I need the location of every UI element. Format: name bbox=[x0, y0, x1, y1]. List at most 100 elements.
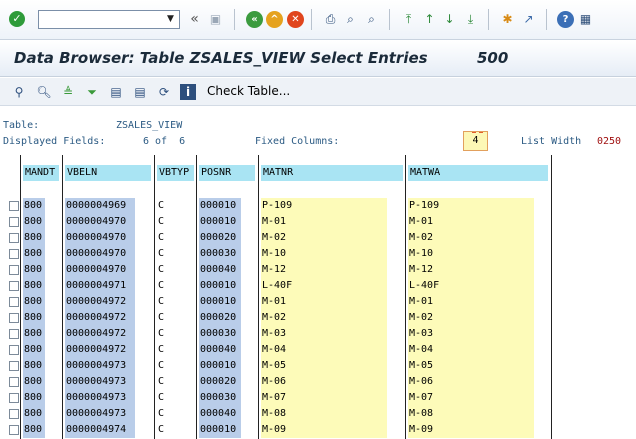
cell-vbeln[interactable]: 0000004972 bbox=[65, 326, 135, 342]
table-row[interactable]: 800 0000004973 C 000020 M-06 M-06 bbox=[0, 374, 636, 390]
cell-mandt[interactable]: 800 bbox=[23, 326, 45, 342]
help-icon[interactable]: ? bbox=[557, 11, 574, 28]
cell-matwa[interactable]: M-04 bbox=[408, 342, 534, 358]
cell-posnr[interactable]: 000030 bbox=[199, 246, 241, 262]
cell-matnr[interactable]: M-04 bbox=[261, 342, 387, 358]
cell-matnr[interactable]: M-01 bbox=[261, 214, 387, 230]
export-icon[interactable]: ▤ bbox=[108, 84, 124, 100]
cell-vbtyp[interactable]: C bbox=[157, 374, 169, 390]
cell-vbtyp[interactable]: C bbox=[157, 294, 169, 310]
cell-matnr[interactable]: M-05 bbox=[261, 358, 387, 374]
cell-vbtyp[interactable]: C bbox=[157, 358, 169, 374]
cell-vbeln[interactable]: 0000004972 bbox=[65, 342, 135, 358]
row-select-checkbox[interactable] bbox=[9, 345, 19, 355]
cell-vbeln[interactable]: 0000004974 bbox=[65, 422, 135, 438]
row-select-checkbox[interactable] bbox=[9, 233, 19, 243]
cell-vbtyp[interactable]: C bbox=[157, 422, 169, 438]
cell-posnr[interactable]: 000040 bbox=[199, 342, 241, 358]
cell-posnr[interactable]: 000010 bbox=[199, 422, 241, 438]
row-select-checkbox[interactable] bbox=[9, 217, 19, 227]
column-header-matwa[interactable]: MATWA bbox=[408, 165, 548, 181]
cell-posnr[interactable]: 000030 bbox=[199, 326, 241, 342]
cell-vbeln[interactable]: 0000004973 bbox=[65, 406, 135, 422]
table-row[interactable]: 800 0000004970 C 000020 M-02 M-02 bbox=[0, 230, 636, 246]
cell-matwa[interactable]: M-05 bbox=[408, 358, 534, 374]
row-select-checkbox[interactable] bbox=[9, 281, 19, 291]
cell-mandt[interactable]: 800 bbox=[23, 262, 45, 278]
cell-vbeln[interactable]: 0000004973 bbox=[65, 390, 135, 406]
table-row[interactable]: 800 0000004973 C 000010 M-05 M-05 bbox=[0, 358, 636, 374]
cell-matwa[interactable]: P-109 bbox=[408, 198, 534, 214]
cell-vbeln[interactable]: 0000004973 bbox=[65, 358, 135, 374]
column-header-posnr[interactable]: POSNR bbox=[199, 165, 255, 181]
table-row[interactable]: 800 0000004974 C 000010 M-09 M-09 bbox=[0, 422, 636, 438]
cancel-icon[interactable]: ✕ bbox=[287, 11, 304, 28]
table-row[interactable]: 800 0000004970 C 000040 M-12 M-12 bbox=[0, 262, 636, 278]
cell-mandt[interactable]: 800 bbox=[23, 342, 45, 358]
table-row[interactable]: 800 0000004972 C 000010 M-01 M-01 bbox=[0, 294, 636, 310]
cell-mandt[interactable]: 800 bbox=[23, 294, 45, 310]
print-icon[interactable]: ⎙ bbox=[322, 11, 339, 28]
row-select-checkbox[interactable] bbox=[9, 377, 19, 387]
next-page-icon[interactable]: ↓ bbox=[441, 11, 458, 28]
cell-posnr[interactable]: 000020 bbox=[199, 374, 241, 390]
cell-matnr[interactable]: P-109 bbox=[261, 198, 387, 214]
fixed-columns-input[interactable]: 4 bbox=[463, 131, 488, 151]
cell-mandt[interactable]: 800 bbox=[23, 374, 45, 390]
table-row[interactable]: 800 0000004970 C 000010 M-01 M-01 bbox=[0, 214, 636, 230]
cell-mandt[interactable]: 800 bbox=[23, 390, 45, 406]
cell-vbeln[interactable]: 0000004970 bbox=[65, 214, 135, 230]
cell-mandt[interactable]: 800 bbox=[23, 278, 45, 294]
table-row[interactable]: 800 0000004970 C 000030 M-10 M-10 bbox=[0, 246, 636, 262]
cell-matnr[interactable]: M-01 bbox=[261, 294, 387, 310]
cell-matwa[interactable]: M-02 bbox=[408, 310, 534, 326]
table-row[interactable]: 800 0000004973 C 000040 M-08 M-08 bbox=[0, 406, 636, 422]
table-row[interactable]: 800 0000004972 C 000020 M-02 M-02 bbox=[0, 310, 636, 326]
cell-mandt[interactable]: 800 bbox=[23, 246, 45, 262]
previous-page-icon[interactable]: ↑ bbox=[421, 11, 438, 28]
sort-icon[interactable]: ≜ bbox=[60, 84, 76, 100]
cell-matnr[interactable]: M-10 bbox=[261, 246, 387, 262]
refresh-icon[interactable]: ⟳ bbox=[156, 84, 172, 100]
check-table-button[interactable]: Check Table... bbox=[207, 84, 290, 98]
row-select-checkbox[interactable] bbox=[9, 201, 19, 211]
display-icon[interactable]: ⚲ bbox=[11, 84, 27, 100]
enter-icon[interactable]: ✓ bbox=[9, 11, 25, 27]
cell-matnr[interactable]: M-03 bbox=[261, 326, 387, 342]
cell-vbtyp[interactable]: C bbox=[157, 310, 169, 326]
find-icon[interactable]: ⌕ bbox=[342, 11, 359, 28]
cell-posnr[interactable]: 000020 bbox=[199, 310, 241, 326]
cell-vbtyp[interactable]: C bbox=[157, 262, 169, 278]
table-row[interactable]: 800 0000004973 C 000030 M-07 M-07 bbox=[0, 390, 636, 406]
row-select-checkbox[interactable] bbox=[9, 265, 19, 275]
cell-mandt[interactable]: 800 bbox=[23, 310, 45, 326]
cell-matnr[interactable]: M-08 bbox=[261, 406, 387, 422]
column-header-vbtyp[interactable]: VBTYP bbox=[157, 165, 194, 181]
history-back-icon[interactable]: « bbox=[186, 11, 203, 28]
row-select-checkbox[interactable] bbox=[9, 409, 19, 419]
cell-vbeln[interactable]: 0000004970 bbox=[65, 230, 135, 246]
cell-posnr[interactable]: 000010 bbox=[199, 214, 241, 230]
cell-matwa[interactable]: M-12 bbox=[408, 262, 534, 278]
cell-vbtyp[interactable]: C bbox=[157, 406, 169, 422]
cell-mandt[interactable]: 800 bbox=[23, 422, 45, 438]
chevron-down-icon[interactable]: ▼ bbox=[162, 11, 179, 28]
cell-matwa[interactable]: M-07 bbox=[408, 390, 534, 406]
column-header-vbeln[interactable]: VBELN bbox=[65, 165, 151, 181]
cell-matwa[interactable]: L-40F bbox=[408, 278, 534, 294]
exit-icon[interactable]: ^ bbox=[266, 11, 283, 28]
last-page-icon[interactable]: ⤓ bbox=[462, 11, 479, 28]
row-select-checkbox[interactable] bbox=[9, 361, 19, 371]
back-icon[interactable]: « bbox=[246, 11, 263, 28]
cell-matnr[interactable]: M-02 bbox=[261, 230, 387, 246]
table-row[interactable]: 800 0000004972 C 000040 M-04 M-04 bbox=[0, 342, 636, 358]
cell-mandt[interactable]: 800 bbox=[23, 406, 45, 422]
cell-matnr[interactable]: M-12 bbox=[261, 262, 387, 278]
cell-matwa[interactable]: M-01 bbox=[408, 294, 534, 310]
cell-vbtyp[interactable]: C bbox=[157, 278, 169, 294]
cell-matnr[interactable]: L-40F bbox=[261, 278, 387, 294]
cell-matnr[interactable]: M-09 bbox=[261, 422, 387, 438]
cell-matwa[interactable]: M-06 bbox=[408, 374, 534, 390]
cell-vbeln[interactable]: 0000004972 bbox=[65, 294, 135, 310]
cell-mandt[interactable]: 800 bbox=[23, 230, 45, 246]
